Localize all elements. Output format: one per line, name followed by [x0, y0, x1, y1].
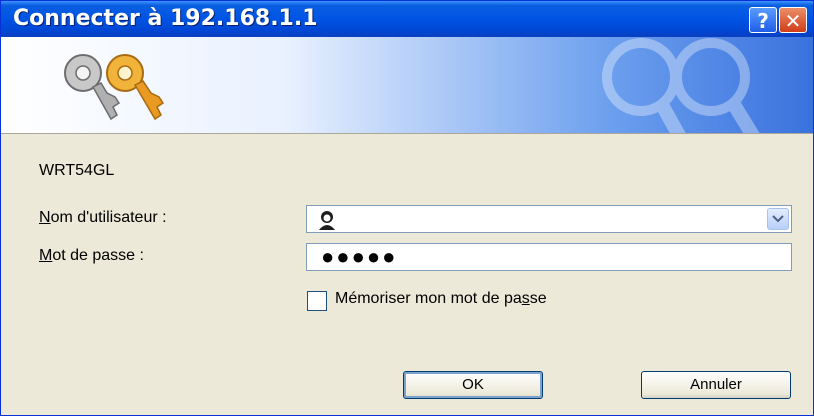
dialog-content: WRT54GL Nom d'utilisateur : Mot de passe…	[1, 137, 813, 415]
username-dropdown-button[interactable]	[767, 208, 789, 230]
remember-password-checkbox[interactable]	[307, 291, 327, 311]
ok-button[interactable]: OK	[403, 371, 543, 399]
username-label: Nom d'utilisateur :	[39, 209, 167, 227]
password-label-text: ot de passe :	[52, 247, 144, 264]
keys-watermark-icon	[602, 38, 760, 133]
username-combobox[interactable]	[306, 205, 792, 233]
username-label-accel: N	[39, 209, 51, 226]
title-bar[interactable]: Connecter à 192.168.1.1 ? ✕	[1, 1, 813, 37]
chevron-down-icon	[772, 215, 784, 223]
help-button[interactable]: ?	[749, 7, 777, 33]
dialog-banner	[1, 37, 813, 133]
realm-label: WRT54GL	[39, 162, 115, 179]
login-dialog: Connecter à 192.168.1.1 ? ✕ WRT54GL Nom …	[0, 0, 814, 416]
cancel-button[interactable]: Annuler	[641, 371, 791, 399]
password-field[interactable]: ●●●●●	[306, 243, 792, 271]
remember-text-end: se	[529, 290, 547, 307]
password-label-accel: M	[39, 247, 53, 264]
remember-accel: s	[521, 290, 530, 307]
password-mask: ●●●●●	[321, 244, 398, 269]
password-label: Mot de passe :	[39, 247, 144, 265]
username-label-text: om d'utilisateur :	[50, 209, 167, 226]
window-title: Connecter à 192.168.1.1	[13, 6, 318, 31]
remember-text-start: Mémoriser mon mot de pa	[335, 290, 522, 307]
user-icon	[319, 211, 335, 230]
keys-icon	[64, 54, 165, 121]
remember-password-label[interactable]: Mémoriser mon mot de passe	[335, 290, 547, 308]
close-button[interactable]: ✕	[779, 7, 807, 33]
